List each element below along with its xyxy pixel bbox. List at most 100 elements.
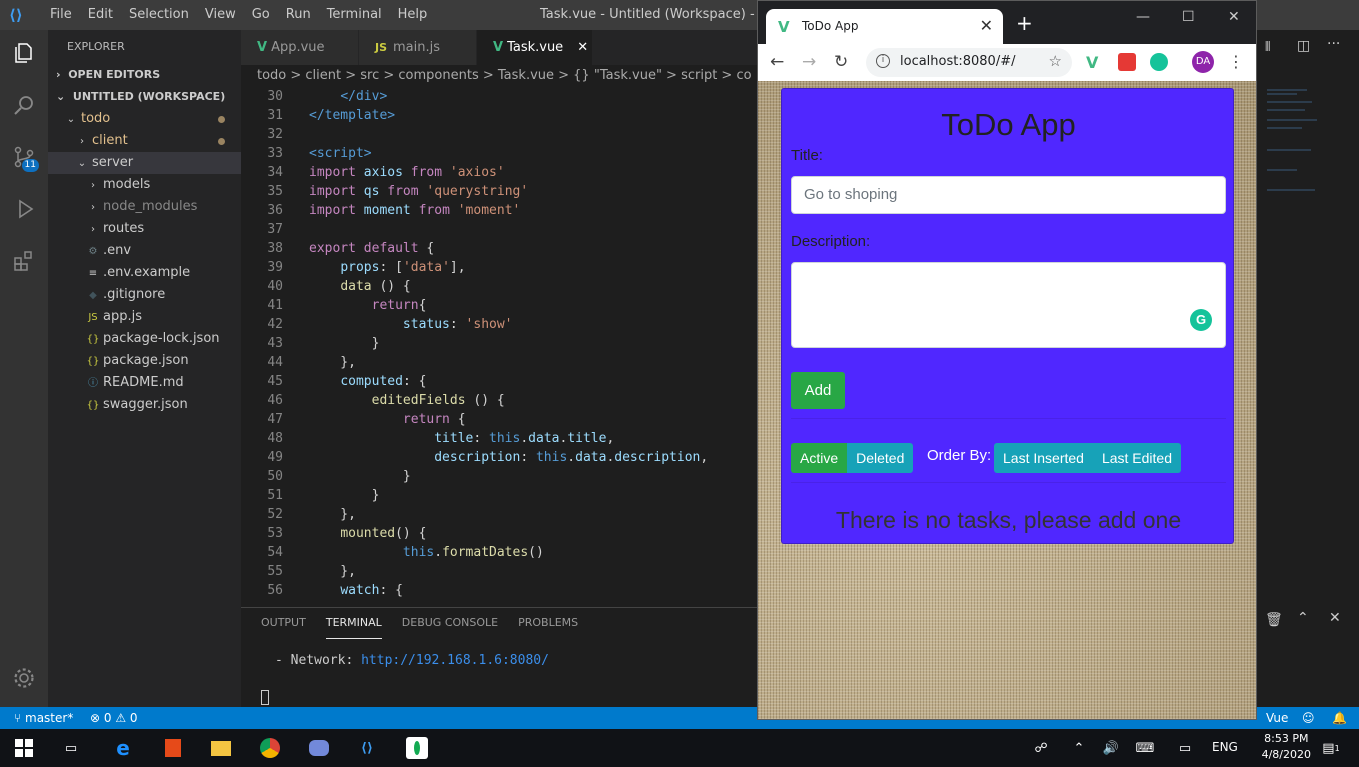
maximize-panel-icon[interactable]: ⌃ — [1297, 610, 1309, 626]
maximize-icon[interactable]: ☐ — [1182, 9, 1195, 25]
code-line[interactable]: computed: { — [309, 374, 426, 389]
code-line[interactable]: data () { — [309, 279, 410, 294]
minimize-icon[interactable]: — — [1136, 9, 1150, 25]
code-line[interactable]: } — [309, 469, 411, 484]
code-line[interactable]: }, — [309, 564, 356, 579]
tree-item[interactable]: {} swagger.json — [48, 394, 241, 416]
code-line[interactable]: </div> — [309, 89, 387, 104]
chrome-menu-icon[interactable]: ⋮ — [1228, 52, 1244, 71]
site-info-icon[interactable]: i — [876, 54, 890, 68]
code-line[interactable]: <script> — [309, 146, 372, 161]
code-line[interactable]: import axios from 'axios' — [309, 165, 505, 180]
file-explorer-icon[interactable] — [208, 736, 234, 760]
run-debug-icon[interactable] — [9, 194, 39, 224]
description-textarea[interactable]: G — [791, 262, 1226, 348]
tree-item[interactable]: ⌄ todo — [48, 108, 241, 130]
explorer-icon[interactable] — [9, 38, 39, 68]
browser-tab[interactable]: V ToDo App ✕ — [766, 9, 1003, 44]
problems-count[interactable]: ⊗ 0 ⚠ 0 — [90, 707, 138, 729]
code-line[interactable]: props: ['data'], — [309, 260, 465, 275]
close-panel-icon[interactable]: ✕ — [1329, 610, 1341, 626]
code-line[interactable]: export default { — [309, 241, 434, 256]
reload-icon[interactable]: ↻ — [834, 52, 848, 72]
tree-item[interactable]: ◆ .gitignore — [48, 284, 241, 306]
extension-red-icon[interactable] — [1118, 53, 1136, 71]
menu-item-run[interactable]: Run — [278, 0, 319, 30]
code-editor[interactable]: 30 </div> 31 </template> 32 33 <script> 34 impo… — [241, 87, 757, 607]
tree-item[interactable]: › node_modules — [48, 196, 241, 218]
language-mode[interactable]: Vue — [1266, 707, 1288, 729]
grammarly-icon[interactable]: G — [1190, 309, 1212, 331]
volume-icon[interactable]: 🔊 — [1098, 736, 1124, 760]
panel-tab-debug-console[interactable]: DEBUG CONSOLE — [402, 608, 498, 639]
editor-tab-main-js[interactable]: JS main.js — [359, 30, 477, 65]
bookmark-star-icon[interactable]: ☆ — [1049, 52, 1062, 70]
vscode-taskbar-icon[interactable]: ⟨⟩ — [354, 736, 380, 760]
tree-item[interactable]: {} package.json — [48, 350, 241, 372]
search-icon[interactable] — [9, 90, 39, 120]
new-tab-icon[interactable]: + — [1016, 11, 1033, 35]
editor-tab-app-vue[interactable]: V App.vue — [241, 30, 359, 65]
tree-item[interactable]: › models — [48, 174, 241, 196]
discord-icon[interactable] — [306, 736, 332, 760]
code-line[interactable]: import qs from 'querystring' — [309, 184, 528, 199]
panel-tab-output[interactable]: OUTPUT — [261, 608, 306, 639]
editor-tab-task-vue[interactable]: V Task.vue ✕ — [477, 30, 593, 65]
tray-chevron-icon[interactable]: ⌃ — [1066, 736, 1092, 760]
code-line[interactable]: } — [309, 488, 380, 503]
order-last-edited-button[interactable]: Last Edited — [1092, 443, 1181, 473]
profile-avatar[interactable]: DA — [1192, 51, 1214, 73]
close-window-icon[interactable]: ✕ — [1228, 9, 1240, 25]
task-view-icon[interactable]: ▭ — [58, 736, 84, 760]
close-tab-icon[interactable]: ✕ — [980, 16, 993, 35]
language-indicator[interactable]: ENG — [1212, 740, 1238, 754]
tree-item[interactable]: JS app.js — [48, 306, 241, 328]
trash-icon[interactable]: 🗑 — [1265, 612, 1283, 628]
filter-active-button[interactable]: Active — [791, 443, 848, 473]
code-line[interactable]: </template> — [309, 108, 395, 123]
menu-item-file[interactable]: File — [42, 0, 80, 30]
keyboard-icon[interactable]: ⌨ — [1132, 736, 1158, 760]
code-line[interactable]: editedFields () { — [309, 393, 505, 408]
action-center-icon[interactable]: ▤ 1 — [1318, 736, 1344, 760]
tree-item[interactable]: › routes — [48, 218, 241, 240]
panel-tab-terminal[interactable]: TERMINAL — [325, 608, 382, 639]
code-line[interactable]: }, — [309, 355, 356, 370]
address-bar[interactable]: i localhost:8080/#/ ☆ — [866, 48, 1072, 77]
settings-gear-icon[interactable] — [9, 663, 39, 693]
add-button[interactable]: Add — [791, 372, 845, 409]
menu-item-edit[interactable]: Edit — [80, 0, 121, 30]
tree-item[interactable]: ⌄ server — [48, 152, 241, 174]
people-icon[interactable]: ☍ — [1028, 736, 1054, 760]
url-text[interactable]: localhost:8080/#/ — [900, 54, 1015, 69]
terminal-network-url[interactable]: http://192.168.1.6:8080/ — [361, 653, 549, 668]
mongodb-compass-icon[interactable] — [404, 736, 430, 760]
code-line[interactable]: import moment from 'moment' — [309, 203, 520, 218]
tree-item[interactable]: ⚙ .env — [48, 240, 241, 262]
close-tab-icon[interactable]: ✕ — [577, 40, 588, 55]
code-line[interactable]: title: this.data.title, — [309, 431, 614, 446]
code-line[interactable]: status: 'show' — [309, 317, 513, 332]
network-icon[interactable]: ▭ — [1172, 736, 1198, 760]
breadcrumb[interactable]: todo > client > src > components > Task.… — [241, 65, 757, 87]
git-branch[interactable]: ⑂ master* — [14, 707, 73, 729]
extensions-icon[interactable] — [9, 246, 39, 276]
open-editors-section[interactable]: › OPEN EDITORS — [48, 64, 241, 86]
windows-start-icon[interactable] — [11, 736, 37, 760]
layout-icon[interactable]: ◫ — [1297, 38, 1310, 54]
code-line[interactable]: watch: { — [309, 583, 403, 598]
terminal-output[interactable]: - Network: http://192.168.1.6:8080/ — [275, 653, 549, 668]
title-input[interactable]: Go to shoping — [791, 176, 1226, 214]
edge-icon[interactable]: e — [110, 736, 136, 760]
menu-item-selection[interactable]: Selection — [121, 0, 197, 30]
grammarly-icon[interactable] — [1150, 53, 1168, 71]
office-icon[interactable] — [160, 736, 186, 760]
system-clock[interactable]: 8:53 PM 4/8/2020 — [1262, 731, 1311, 763]
vue-devtools-icon[interactable]: V — [1086, 53, 1104, 72]
tree-item[interactable]: {} package-lock.json — [48, 328, 241, 350]
code-line[interactable]: mounted() { — [309, 526, 426, 541]
source-control-icon[interactable]: 11 — [9, 142, 39, 172]
menu-item-view[interactable]: View — [197, 0, 244, 30]
feedback-icon[interactable]: ☺ — [1302, 707, 1315, 729]
code-line[interactable]: this.formatDates() — [309, 545, 544, 560]
